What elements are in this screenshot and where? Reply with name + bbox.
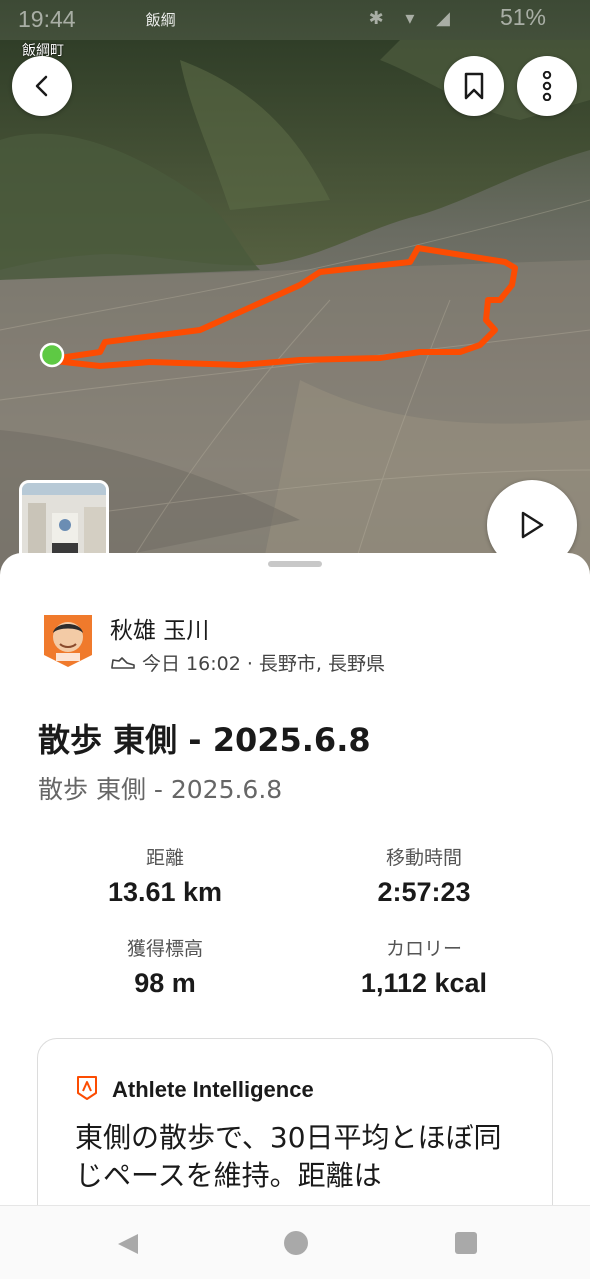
stat-label: 距離	[145, 847, 184, 869]
stat-value: 13.61 km	[107, 877, 223, 907]
route-map[interactable]: 19:44 飯綱 ✱ ▾ ◢ 51% 飯綱町	[0, 0, 590, 580]
athlete-name[interactable]: 秋雄 玉川	[110, 611, 209, 645]
stat-moving-time: 移動時間 2:57:23	[294, 843, 554, 908]
activity-description: 散歩 東側 - 2025.6.8	[38, 775, 283, 804]
activity-meta: 今日 16:02 · 長野市, 長野県	[110, 649, 385, 676]
activity-screen: 19:44 飯綱 ✱ ▾ ◢ 51% 飯綱町 秋雄 玉川 今日 16:02 · …	[0, 0, 590, 1279]
activity-title: 散歩 東側 - 2025.6.8	[38, 721, 371, 759]
athlete-intelligence-title: Athlete Intelligence	[112, 1077, 314, 1102]
stat-label: カロリー	[385, 938, 462, 960]
status-notification: 飯綱	[145, 10, 176, 29]
back-button[interactable]	[12, 56, 72, 116]
signal-icons: ✱ ▾ ◢	[368, 8, 458, 29]
start-marker	[39, 342, 65, 368]
athlete-avatar[interactable]	[42, 613, 94, 669]
play-icon	[521, 511, 544, 539]
stat-elevation-gain: 獲得標高 98 m	[35, 934, 295, 999]
more-vertical-icon	[542, 71, 552, 101]
stat-label: 移動時間	[385, 847, 462, 869]
more-options-button[interactable]	[517, 56, 577, 116]
system-navigation-bar	[0, 1205, 590, 1279]
activity-details-sheet[interactable]: 秋雄 玉川 今日 16:02 · 長野市, 長野県 散歩 東側 - 2025.6…	[0, 553, 590, 1279]
status-time: 19:44	[18, 5, 76, 32]
stat-value: 2:57:23	[377, 877, 471, 907]
sheet-drag-handle[interactable]	[268, 561, 322, 567]
nav-recent-apps-icon[interactable]	[455, 1232, 477, 1254]
chevron-left-icon	[35, 75, 48, 97]
avatar-image	[44, 615, 92, 667]
bookmark-button[interactable]	[444, 56, 504, 116]
athlete-intelligence-text: 東側の散歩で、30日平均とほぼ同じペースを維持。距離は	[75, 1121, 502, 1192]
shoe-icon	[111, 656, 135, 669]
status-bar: 19:44 飯綱 ✱ ▾ ◢ 51%	[0, 0, 590, 38]
bookmark-icon	[464, 72, 484, 100]
activity-meta-text: 今日 16:02 · 長野市, 長野県	[142, 653, 385, 675]
nav-back-icon[interactable]	[116, 1233, 140, 1255]
stat-distance: 距離 13.61 km	[35, 843, 295, 908]
stat-calories: カロリー 1,112 kcal	[294, 934, 554, 999]
nav-home-icon[interactable]	[284, 1231, 308, 1255]
athlete-intelligence-icon	[77, 1076, 97, 1100]
stat-label: 獲得標高	[126, 938, 203, 960]
battery-level: 51%	[499, 4, 546, 30]
stat-value: 98 m	[134, 968, 196, 998]
stat-value: 1,112 kcal	[360, 968, 488, 998]
